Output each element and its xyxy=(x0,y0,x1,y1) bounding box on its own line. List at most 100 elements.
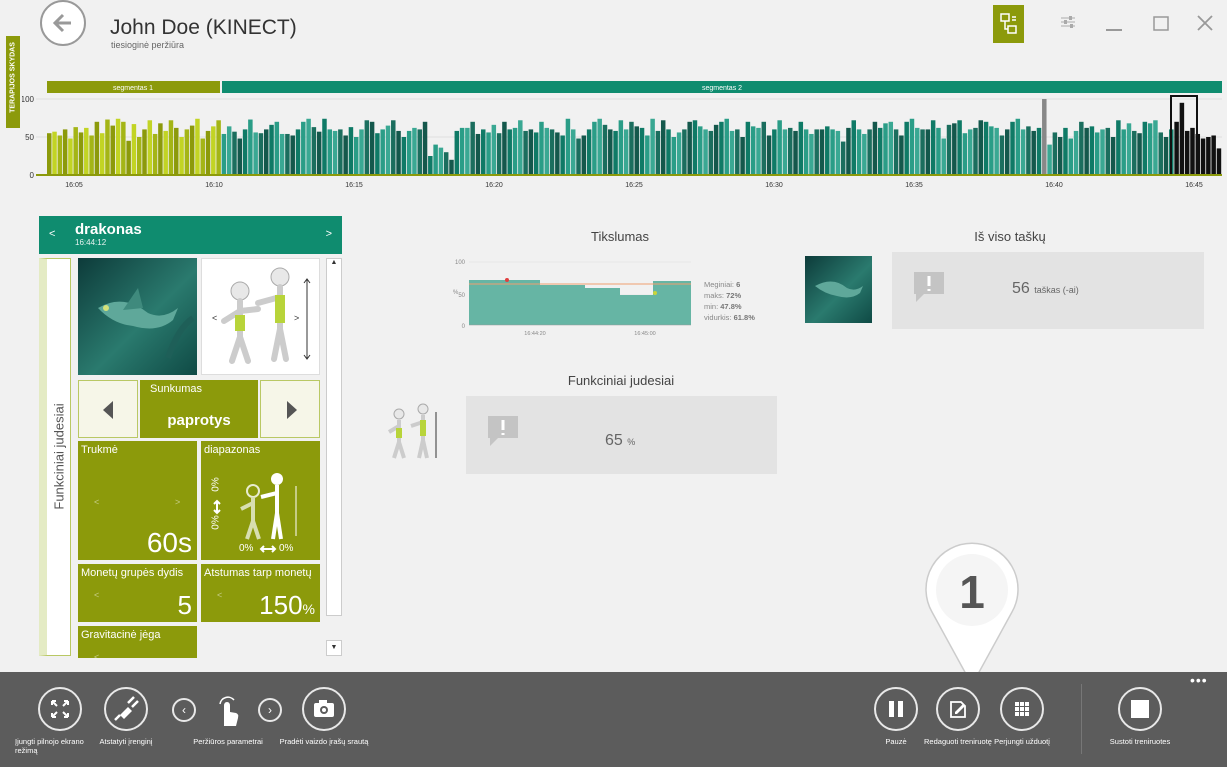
timeline-bar[interactable] xyxy=(1105,127,1111,175)
timeline-bar[interactable] xyxy=(925,129,931,175)
timeline-bar[interactable] xyxy=(264,129,269,175)
switch-task-button[interactable] xyxy=(1000,687,1044,731)
timeline-bar[interactable] xyxy=(634,126,639,175)
timeline-bar[interactable] xyxy=(332,130,338,175)
timeline-bar[interactable] xyxy=(904,121,909,175)
stop-training-button[interactable] xyxy=(1118,687,1162,731)
timeline-bar[interactable] xyxy=(438,147,444,175)
timeline-bar[interactable] xyxy=(565,118,571,175)
timeline-bar[interactable] xyxy=(1163,137,1169,175)
timeline-bar[interactable] xyxy=(327,129,333,175)
timeline-bar[interactable] xyxy=(994,127,999,175)
timeline-bar[interactable] xyxy=(798,121,804,175)
coin-distance-tile[interactable]: Atstumas tarp monetų < 150% xyxy=(201,564,320,622)
timeline-bar[interactable] xyxy=(158,123,163,175)
timeline-bar[interactable] xyxy=(84,127,89,175)
timeline-bar[interactable] xyxy=(459,127,465,175)
timeline-bar[interactable] xyxy=(1110,137,1116,175)
timeline-bar[interactable] xyxy=(512,127,518,175)
timeline-bar[interactable] xyxy=(608,129,613,175)
settings-sliders-icon[interactable] xyxy=(1060,14,1076,32)
accuracy-chart[interactable]: 100 50 % 0 16:44:20 16:45:00 xyxy=(445,255,700,345)
timeline-bar[interactable] xyxy=(359,129,364,175)
timeline-bar[interactable] xyxy=(168,120,174,175)
timeline-bar[interactable] xyxy=(936,127,941,175)
timeline-bar[interactable] xyxy=(1073,130,1079,175)
timeline-bar[interactable] xyxy=(1057,137,1063,175)
timeline-bar[interactable] xyxy=(703,129,708,175)
timeline-bar[interactable] xyxy=(1190,127,1195,175)
timeline-bar[interactable] xyxy=(724,118,729,175)
params-next-button[interactable]: › xyxy=(258,698,282,722)
timeline-bar[interactable] xyxy=(830,129,835,175)
timeline-bar[interactable] xyxy=(152,133,158,175)
timeline-bar[interactable] xyxy=(105,119,110,175)
timeline-bar[interactable] xyxy=(1079,121,1084,175)
timeline-bar[interactable] xyxy=(380,129,385,175)
timeline-bar[interactable] xyxy=(570,129,576,175)
timeline-bar[interactable] xyxy=(78,132,84,175)
timeline-bar[interactable] xyxy=(496,133,502,175)
timeline-bar[interactable] xyxy=(216,120,221,175)
timeline-bar[interactable] xyxy=(131,124,137,175)
timeline-bar[interactable] xyxy=(840,141,846,175)
timeline-bar[interactable] xyxy=(518,120,523,175)
timeline-bar[interactable] xyxy=(94,121,100,175)
fullscreen-button[interactable] xyxy=(38,687,82,731)
timeline-bar[interactable] xyxy=(126,140,131,175)
timeline-bar[interactable] xyxy=(454,130,460,175)
timeline-bar[interactable] xyxy=(698,126,703,175)
timeline-bar[interactable] xyxy=(316,131,322,175)
timeline-bar[interactable] xyxy=(306,118,311,175)
timeline-bar[interactable] xyxy=(1153,120,1158,175)
timeline-bar[interactable] xyxy=(322,118,327,175)
decrease-icon[interactable]: < xyxy=(94,497,99,507)
timeline-bar[interactable] xyxy=(1084,127,1089,175)
scroll-down-icon[interactable]: ▼ xyxy=(326,640,342,656)
timeline-bar[interactable] xyxy=(1100,129,1105,175)
timeline-bar[interactable] xyxy=(338,129,343,175)
session-timeline-chart[interactable]: segmentas 1 segmentas 2 100 50 0 16:05 16… xyxy=(22,78,1222,190)
timeline-bar[interactable] xyxy=(581,135,587,175)
timeline-bar[interactable] xyxy=(539,121,544,175)
timeline-bar[interactable] xyxy=(1010,121,1015,175)
timeline-bar[interactable] xyxy=(507,129,512,175)
timeline-bar[interactable] xyxy=(597,118,602,175)
timeline-bar[interactable] xyxy=(1020,129,1026,175)
timeline-bar[interactable] xyxy=(174,127,179,175)
timeline-bar[interactable] xyxy=(1042,99,1047,175)
timeline-bar[interactable] xyxy=(1158,132,1163,175)
timeline-bar[interactable] xyxy=(1026,126,1031,175)
timeline-bar[interactable] xyxy=(856,129,862,175)
timeline-bar[interactable] xyxy=(1147,123,1153,175)
timeline-bar[interactable] xyxy=(301,121,306,175)
timeline-bar[interactable] xyxy=(629,121,634,175)
prev-exercise-button[interactable]: < xyxy=(49,228,55,240)
timeline-bar[interactable] xyxy=(523,130,528,175)
timeline-bar[interactable] xyxy=(872,121,878,175)
timeline-bar[interactable] xyxy=(671,137,677,175)
back-button[interactable] xyxy=(40,0,86,46)
layout-toggle-button[interactable] xyxy=(993,5,1024,43)
timeline-bar[interactable] xyxy=(502,121,507,175)
maximize-button[interactable] xyxy=(1152,14,1170,35)
timeline-bar[interactable] xyxy=(787,127,793,175)
timeline-bar[interactable] xyxy=(412,127,417,175)
timeline-bar[interactable] xyxy=(57,135,63,175)
timeline-bar[interactable] xyxy=(623,129,629,175)
timeline-bar[interactable] xyxy=(650,118,655,175)
timeline-bar[interactable] xyxy=(962,133,968,175)
timeline-bar[interactable] xyxy=(719,121,724,175)
timeline-bar[interactable] xyxy=(729,130,735,175)
timeline-bar[interactable] xyxy=(645,135,650,175)
timeline-bar[interactable] xyxy=(883,123,888,175)
timeline-bar[interactable] xyxy=(195,118,200,175)
timeline-bar[interactable] xyxy=(274,121,280,175)
timeline-bar[interactable] xyxy=(761,121,767,175)
timeline-bar[interactable] xyxy=(1211,135,1216,175)
timeline-bar[interactable] xyxy=(433,144,438,175)
timeline-bar[interactable] xyxy=(348,127,354,175)
timeline-bar[interactable] xyxy=(1174,121,1179,175)
timeline-bar[interactable] xyxy=(269,124,274,175)
gravity-tile[interactable]: Gravitacinė jėga < 100 xyxy=(78,626,197,658)
